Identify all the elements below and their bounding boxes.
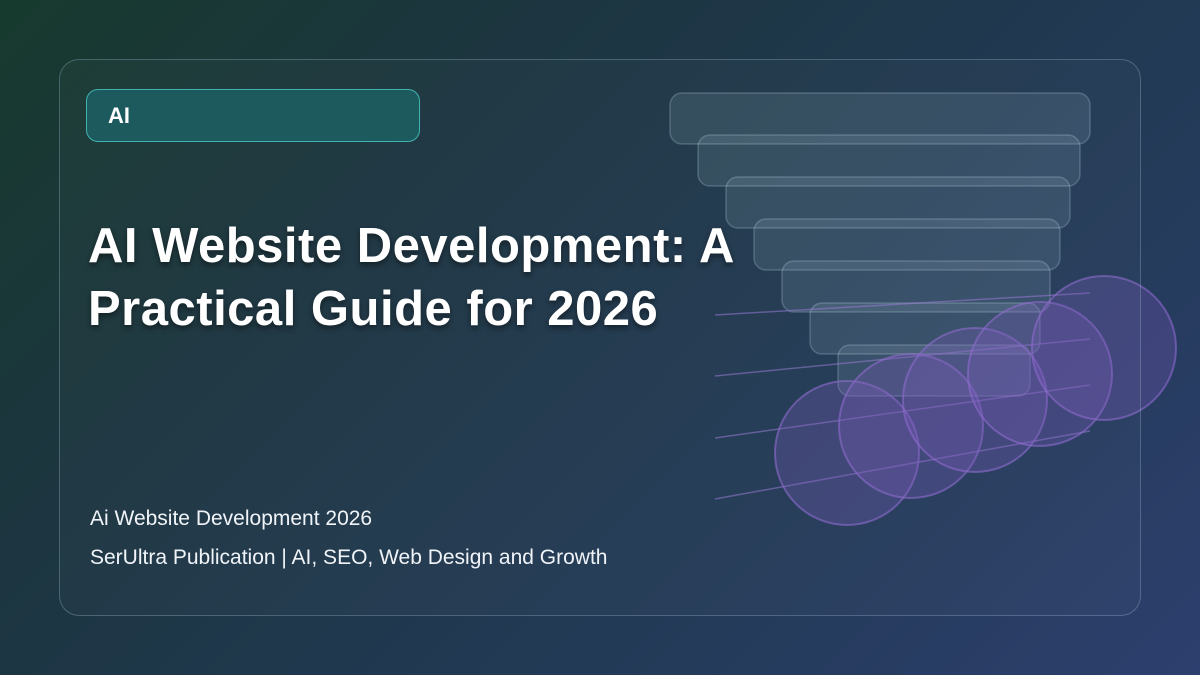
category-tag[interactable]: AI <box>86 89 420 142</box>
publication-line: SerUltra Publication | AI, SEO, Web Desi… <box>90 546 608 569</box>
category-tag-label: AI <box>108 102 130 128</box>
title-line-1: AI Website Development: A <box>88 219 735 273</box>
title-line-2: Practical Guide for 2026 <box>88 282 659 336</box>
hero-card: AI AI Website Development: A Practical G… <box>59 59 1141 616</box>
subtitle: Ai Website Development 2026 <box>90 507 373 530</box>
page-title: AI Website Development: A Practical Guid… <box>88 215 888 341</box>
